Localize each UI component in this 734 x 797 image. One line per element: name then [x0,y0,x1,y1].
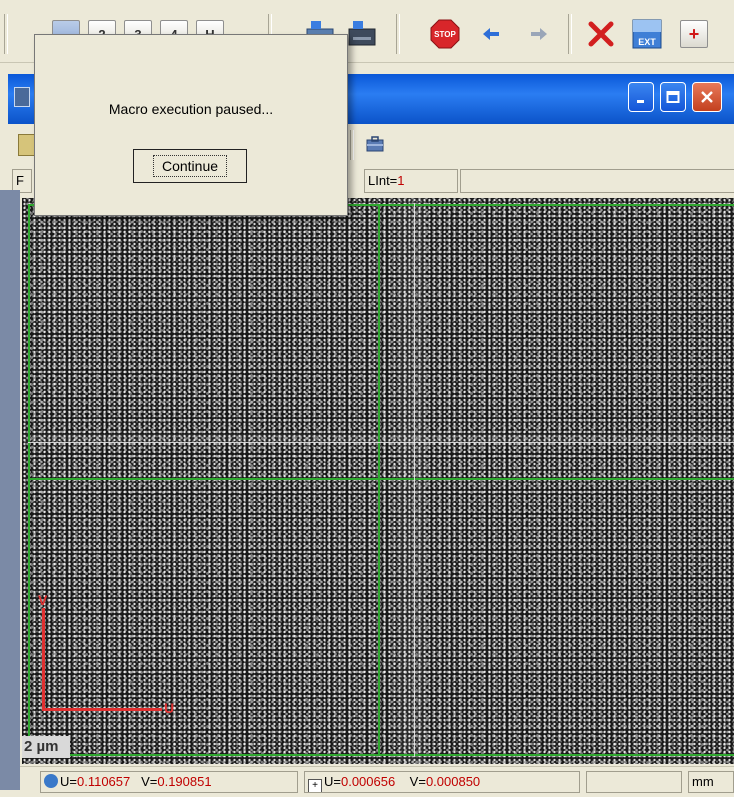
toolbox-icon[interactable] [366,136,384,152]
unit-label: mm [692,774,714,789]
crosshair-vertical[interactable] [414,204,415,756]
left-strip [0,190,20,790]
continue-button-label: Continue [152,155,228,177]
macro-paused-dialog: Macro execution paused... Continue [34,34,348,216]
lint-value: 1 [397,173,405,188]
maximize-button[interactable] [660,82,686,112]
unit-pane: mm [688,771,734,793]
microscope-image[interactable]: V U 2 µm [22,198,734,764]
status-empty-pane [586,771,682,793]
save-icon[interactable] [344,18,378,50]
v1-value: 0.190851 [157,774,212,789]
crosshair-horizontal[interactable] [28,442,734,443]
forward-arrow-icon[interactable] [522,18,556,50]
continue-button[interactable]: Continue [133,149,247,183]
u-axis-label: U [164,700,175,716]
v2-value: 0.000850 [425,774,481,789]
v1-label: V= [141,774,158,789]
minimize-button[interactable] [628,82,654,112]
grid-line-left [28,204,30,756]
back-arrow-icon[interactable] [474,18,508,50]
exit-icon[interactable]: EXT [630,18,664,50]
status-bar: U=0.110657 V=0.190851 + U=0.000656 V=0.00… [20,766,734,797]
toolbar-separator [350,130,354,160]
toolbar-separator [4,14,8,54]
minimize-icon [637,100,644,103]
lint-label: LInt= [368,173,398,188]
dialog-message: Macro execution paused... [108,101,274,117]
add-button[interactable]: + [680,20,708,48]
u2-value: 0.000656 [340,774,396,789]
close-button[interactable] [692,82,722,112]
v-axis-line [42,608,45,710]
u1-label: U= [60,774,77,789]
global-coordinates: U=0.110657 V=0.190851 [40,771,298,793]
u2-label: U= [324,774,341,789]
u-axis-line [42,708,162,711]
window-app-icon [14,87,30,107]
empty-field [460,169,734,193]
local-origin-icon: + [308,779,322,792]
lint-field: LInt=1 [364,169,458,193]
maximize-icon [666,91,680,103]
grid-line-middle [28,478,734,480]
grid-line-center [378,204,380,756]
stop-icon[interactable]: STOP [428,18,462,50]
grid-line-bottom [28,754,734,756]
exit-icon-label: EXT [638,37,656,47]
globe-icon [44,774,58,788]
v-axis-label: V [38,592,48,608]
toolbar-separator [568,14,572,54]
scale-bar-label: 2 µm [22,736,70,758]
toolbar-separator [396,14,400,54]
u1-value: 0.110657 [76,774,131,789]
v2-label: V= [409,774,426,789]
delete-icon[interactable] [584,18,618,50]
image-bright-stripe [400,198,426,764]
close-icon [701,91,713,103]
file-field-prefix: F [16,173,24,188]
stop-icon-label: STOP [434,30,456,39]
local-coordinates: + U=0.000656 V=0.000850 [304,771,580,793]
